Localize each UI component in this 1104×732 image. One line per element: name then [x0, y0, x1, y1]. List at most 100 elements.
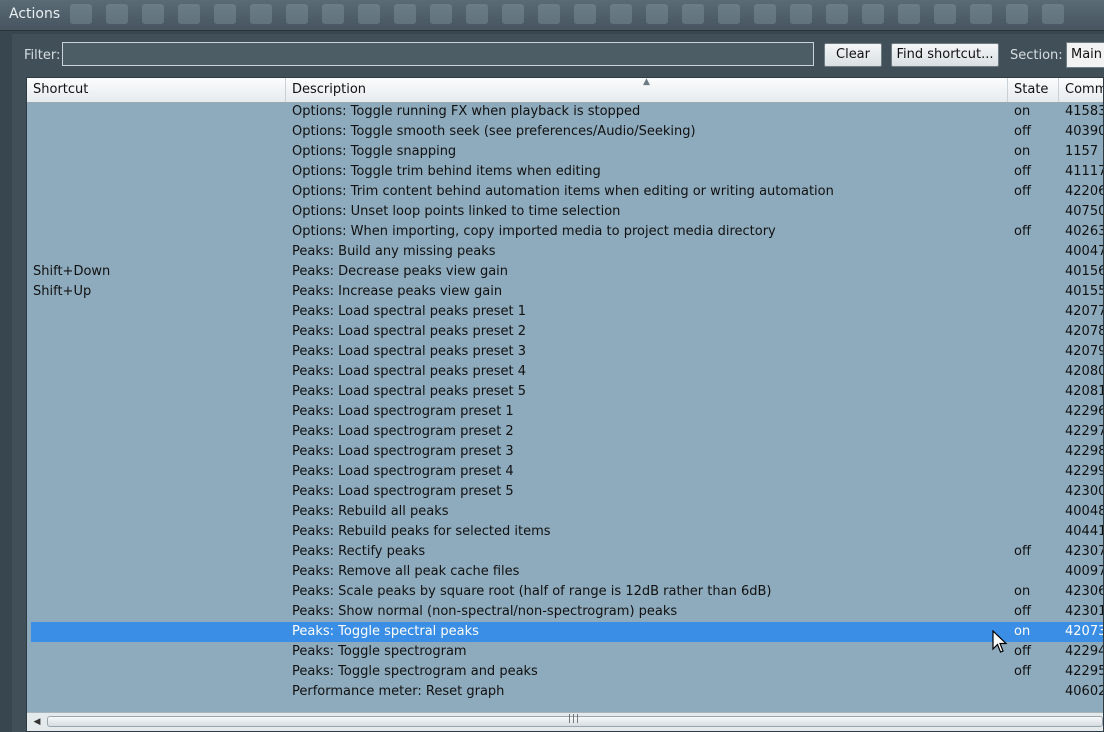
row-shortcut: [33, 222, 283, 242]
row-description: Peaks: Rebuild all peaks: [292, 504, 449, 519]
filter-label: Filter:: [24, 48, 61, 63]
title-bar: Actions: [0, 0, 1104, 31]
section-select[interactable]: Main: [1066, 42, 1104, 68]
table-row[interactable]: Shift+Up Peaks: Increase peaks view gain 4…: [31, 282, 1104, 302]
clear-button[interactable]: Clear: [824, 43, 882, 67]
scrollbar-thumb[interactable]: |||: [47, 714, 1103, 727]
scroll-left-icon[interactable]: ◀: [29, 714, 45, 730]
row-shortcut: [33, 662, 283, 682]
row-description: Peaks: Rebuild peaks for selected items: [292, 524, 551, 539]
row-description: Peaks: Load spectrogram preset 4: [292, 464, 514, 479]
table-row[interactable]: Peaks: Load spectral peaks preset 5 42081: [31, 382, 1103, 402]
table-row[interactable]: Options: Toggle trim behind items when e…: [31, 162, 1103, 182]
row-command-id: 1157: [1065, 144, 1099, 159]
row-description: Peaks: Load spectral peaks preset 5: [292, 384, 527, 399]
table-row[interactable]: Peaks: Scale peaks by square root (half …: [31, 582, 1103, 602]
table-row[interactable]: Options: When importing, copy imported m…: [31, 222, 1103, 242]
row-shortcut: [33, 342, 283, 362]
column-header-command[interactable]: Comm: [1059, 78, 1103, 102]
row-command-id: 42300: [1065, 484, 1104, 499]
row-state: [1014, 562, 1054, 582]
row-description: Peaks: Increase peaks view gain: [292, 284, 503, 299]
table-row[interactable]: Shift+Down Peaks: Decrease peaks view gai…: [31, 262, 1104, 282]
filter-input[interactable]: [62, 42, 814, 66]
table-row[interactable]: Peaks: Load spectral peaks preset 3 42079: [31, 342, 1104, 362]
row-description: Peaks: Toggle spectrogram: [292, 644, 467, 659]
row-state: off: [1014, 124, 1031, 139]
row-command-id: 40048: [1065, 504, 1104, 519]
row-description: Peaks: Rectify peaks: [292, 544, 426, 559]
table-row[interactable]: Peaks: Load spectral peaks preset 1 42077: [31, 302, 1103, 322]
row-command-id: 42294: [1065, 644, 1104, 659]
row-command-id: 40155: [1065, 284, 1104, 299]
table-row[interactable]: Peaks: Rebuild peaks for selected items 4…: [31, 522, 1104, 542]
table-row[interactable]: Peaks: Build any missing peaks 40047: [31, 242, 1104, 262]
row-description: Peaks: Load spectrogram preset 5: [292, 484, 514, 499]
table-row[interactable]: Peaks: Remove all peak cache files 40097: [31, 562, 1104, 582]
row-description: Peaks: Scale peaks by square root (half …: [292, 584, 772, 599]
table-row[interactable]: Peaks: Toggle spectrogram and peaks off 42…: [31, 662, 1104, 682]
row-state: [1014, 402, 1054, 422]
row-state: [1014, 242, 1054, 262]
row-state: [1014, 462, 1054, 482]
row-shortcut: [33, 202, 283, 222]
row-description: Peaks: Toggle spectral peaks: [292, 624, 479, 639]
horizontal-scrollbar[interactable]: ◀ |||: [27, 712, 1103, 731]
table-row[interactable]: Peaks: Load spectrogram preset 1 42296: [31, 402, 1103, 422]
row-description: Options: Toggle trim behind items when e…: [292, 164, 601, 179]
row-command-id: 42297: [1065, 424, 1104, 439]
row-state: off: [1014, 164, 1031, 179]
table-row[interactable]: Peaks: Show normal (non-spectral/non-spe…: [31, 602, 1103, 622]
table-row[interactable]: Peaks: Load spectrogram preset 2 42297: [31, 422, 1104, 442]
row-shortcut: [33, 302, 283, 322]
table-row[interactable]: Peaks: Toggle spectral peaks on 42073: [31, 622, 1103, 642]
table-row[interactable]: Peaks: Rectify peaks off 42307: [31, 542, 1103, 562]
table-row[interactable]: Performance meter: Reset graph 40602: [31, 682, 1103, 702]
background-toolbar: [70, 4, 1100, 26]
table-row[interactable]: Options: Toggle snapping on 1157: [31, 142, 1103, 162]
row-state: off: [1014, 664, 1031, 679]
table-row[interactable]: Options: Trim content behind automation …: [31, 182, 1103, 202]
table-row[interactable]: Peaks: Toggle spectrogram off 42294: [31, 642, 1104, 662]
table-row[interactable]: Options: Toggle running FX when playback…: [31, 102, 1103, 122]
row-description: Peaks: Decrease peaks view gain: [292, 264, 509, 279]
table-row[interactable]: Peaks: Load spectral peaks preset 2 42078: [31, 322, 1103, 342]
actions-list[interactable]: Shortcut Description ▲ State Comm Option…: [26, 77, 1104, 732]
row-description: Peaks: Load spectral peaks preset 2: [292, 324, 527, 339]
row-description: Options: Toggle smooth seek (see prefere…: [292, 124, 696, 139]
actions-panel: Filter: Clear Find shortcut... Section: …: [12, 34, 1104, 732]
row-state: off: [1014, 604, 1031, 619]
row-command-id: 40156: [1065, 264, 1104, 279]
table-row[interactable]: Peaks: Load spectrogram preset 5 42300: [31, 482, 1104, 502]
table-row[interactable]: Options: Toggle smooth seek (see prefere…: [31, 122, 1103, 142]
row-shortcut: [33, 582, 283, 602]
row-description: Peaks: Remove all peak cache files: [292, 564, 520, 579]
row-description: Peaks: Show normal (non-spectral/non-spe…: [292, 604, 678, 619]
row-command-id: 42299: [1065, 464, 1104, 479]
row-state: [1014, 282, 1054, 302]
row-command-id: 40097: [1065, 564, 1104, 579]
row-description: Options: Unset loop points linked to tim…: [292, 204, 621, 219]
table-row[interactable]: Peaks: Load spectrogram preset 4 42299: [31, 462, 1104, 482]
row-command-id: 40750: [1065, 204, 1104, 219]
row-state: on: [1014, 144, 1031, 159]
row-shortcut: [33, 422, 283, 442]
row-description: Peaks: Load spectrogram preset 2: [292, 424, 514, 439]
row-command-id: 40047: [1065, 244, 1104, 259]
row-command-id: 40441: [1065, 524, 1104, 539]
row-state: off: [1014, 224, 1031, 239]
column-header-state[interactable]: State: [1008, 78, 1059, 102]
row-shortcut: [33, 162, 283, 182]
table-row[interactable]: Peaks: Load spectrogram preset 3 42298: [31, 442, 1103, 462]
row-shortcut: [33, 602, 283, 622]
row-command-id: 42079: [1065, 344, 1104, 359]
find-shortcut-button[interactable]: Find shortcut...: [891, 43, 999, 67]
row-description: Peaks: Load spectrogram preset 1: [292, 404, 514, 419]
row-command-id: 42295: [1065, 664, 1104, 679]
table-row[interactable]: Peaks: Load spectral peaks preset 4 42080: [31, 362, 1103, 382]
row-state: [1014, 262, 1054, 282]
row-shortcut: [33, 462, 283, 482]
column-header-shortcut[interactable]: Shortcut: [27, 78, 286, 102]
table-row[interactable]: Peaks: Rebuild all peaks 40048: [31, 502, 1104, 522]
table-row[interactable]: Options: Unset loop points linked to tim…: [31, 202, 1104, 222]
